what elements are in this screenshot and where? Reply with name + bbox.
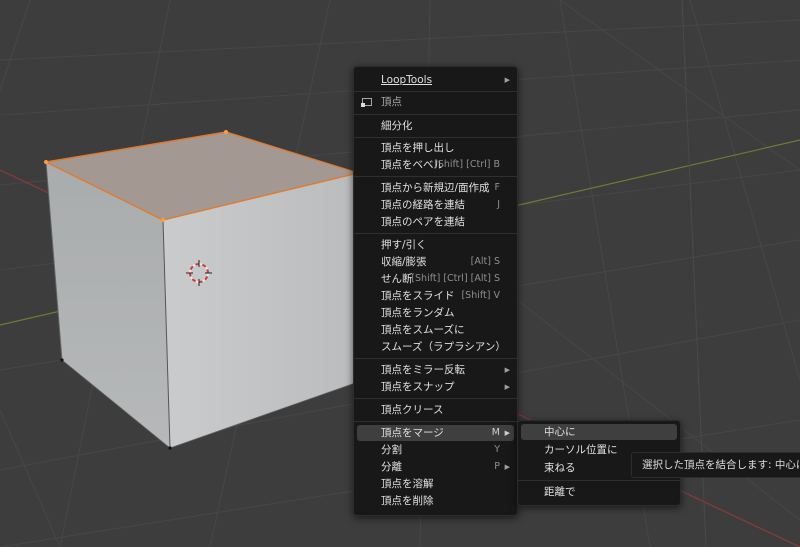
menu-separator (354, 421, 517, 422)
menu-separator (354, 176, 517, 177)
menu-item-label: 頂点を溶解 (381, 478, 434, 490)
menu-item-randomize-vertices[interactable]: 頂点をランダム (357, 305, 514, 321)
menu-item-label: 頂点をスナップ (381, 381, 455, 393)
menu-item-connect-pairs[interactable]: 頂点のペアを連結 (357, 214, 514, 230)
menu-item-label: 頂点を押し出し (381, 142, 455, 154)
menu-separator (354, 233, 517, 234)
menu-separator (354, 358, 517, 359)
menu-item-label: 頂点をスムーズに (381, 324, 465, 336)
menu-item-shortcut: M (491, 427, 500, 438)
menu-item-label: 頂点から新規辺/面作成 (381, 182, 490, 194)
submenu-arrow-icon: ▶ (504, 366, 510, 374)
menu-item-connect-path[interactable]: 頂点の経路を連結 J (357, 197, 514, 213)
menu-separator (354, 137, 517, 138)
menu-item-delete-vertices[interactable]: 頂点を削除 (357, 493, 514, 509)
menu-item-vertex-crease[interactable]: 頂点クリース (357, 402, 514, 418)
menu-item-smooth-laplacian[interactable]: スムーズ（ラプラシアン） (357, 339, 514, 355)
menu-item-label: 押す/引く (381, 239, 427, 251)
menu-item-label: 頂点の経路を連結 (381, 199, 465, 211)
menu-item-label: 頂点をミラー反転 (381, 364, 465, 376)
menu-item-label: 頂点クリース (381, 404, 444, 416)
submenu-arrow-icon: ▶ (504, 463, 510, 471)
menu-item-label: せん断 (381, 273, 413, 285)
vertex-context-menu: LoopTools ▶ 頂点 細分化 頂点を押し出し 頂点をベベル [Shift… (353, 66, 518, 516)
menu-item-label: 距離で (544, 486, 576, 498)
menu-item-shear[interactable]: せん断 [Shift] [Ctrl] [Alt] S (357, 271, 514, 287)
menu-item-merge-vertices[interactable]: 頂点をマージ M ▶ (357, 425, 514, 441)
menu-item-label: 頂点をランダム (381, 307, 455, 319)
menu-separator (354, 91, 517, 92)
menu-item-shrink-fatten[interactable]: 収縮/膨張 [Alt] S (357, 254, 514, 270)
menu-item-shortcut: [Shift] V (461, 290, 500, 301)
menu-item-label: スムーズ（ラプラシアン） (381, 341, 506, 353)
menu-item-mirror-vertices[interactable]: 頂点をミラー反転 ▶ (357, 362, 514, 378)
menu-item-shortcut: [Alt] S (470, 256, 500, 267)
menu-item-label: 中心に (544, 426, 576, 438)
menu-title: 頂点 (357, 94, 402, 110)
submenu-item-by-distance[interactable]: 距離で (521, 484, 677, 500)
menu-item-shortcut: Y (494, 444, 500, 455)
tooltip: 選択した頂点を結合します: 中心に (631, 452, 800, 478)
menu-item-label: カーソル位置に (544, 444, 618, 456)
menu-separator (354, 398, 517, 399)
menu-separator (354, 114, 517, 115)
menu-item-label: 頂点を削除 (381, 495, 434, 507)
menu-item-subdivide[interactable]: 細分化 (357, 118, 514, 134)
menu-item-shortcut: [Shift] [Ctrl] [Alt] S (411, 273, 500, 284)
menu-item-label: 分離 (381, 461, 402, 473)
menu-item-label: 束ねる (544, 462, 576, 474)
menu-item-dissolve-vertices[interactable]: 頂点を溶解 (357, 476, 514, 492)
menu-item-split[interactable]: 分割 Y (357, 442, 514, 458)
menu-item-label: LoopTools (381, 74, 433, 86)
menu-item-label: 頂点をマージ (381, 427, 444, 439)
menu-item-new-edge-face[interactable]: 頂点から新規辺/面作成 F (357, 180, 514, 196)
menu-item-label: 頂点のペアを連結 (381, 216, 465, 228)
menu-item-separate[interactable]: 分離 P ▶ (357, 459, 514, 475)
vertex-select-icon (361, 98, 372, 107)
submenu-arrow-icon: ▶ (504, 76, 510, 84)
menu-item-bevel-vertices[interactable]: 頂点をベベル [Shift] [Ctrl] B (357, 157, 514, 173)
submenu-arrow-icon: ▶ (504, 383, 510, 391)
menu-item-label: 細分化 (381, 120, 413, 132)
menu-item-label: 分割 (381, 444, 402, 456)
menu-separator (518, 480, 680, 481)
menu-item-shortcut: [Shift] [Ctrl] B (434, 159, 500, 170)
menu-item-smooth-vertices[interactable]: 頂点をスムーズに (357, 322, 514, 338)
menu-item-push-pull[interactable]: 押す/引く (357, 237, 514, 253)
menu-item-shortcut: P (494, 461, 500, 472)
menu-item-looptools[interactable]: LoopTools ▶ (357, 72, 514, 88)
submenu-item-at-center[interactable]: 中心に (521, 424, 677, 440)
menu-item-extrude-vertices[interactable]: 頂点を押し出し (357, 140, 514, 156)
menu-item-snap-vertices[interactable]: 頂点をスナップ ▶ (357, 379, 514, 395)
menu-item-slide-vertices[interactable]: 頂点をスライド [Shift] V (357, 288, 514, 304)
menu-item-shortcut: F (494, 182, 500, 193)
menu-item-label: 頂点をスライド (381, 290, 455, 302)
menu-title-label: 頂点 (381, 96, 402, 108)
menu-item-shortcut: J (497, 199, 500, 210)
submenu-arrow-icon: ▶ (504, 429, 510, 437)
menu-item-label: 収縮/膨張 (381, 256, 427, 268)
